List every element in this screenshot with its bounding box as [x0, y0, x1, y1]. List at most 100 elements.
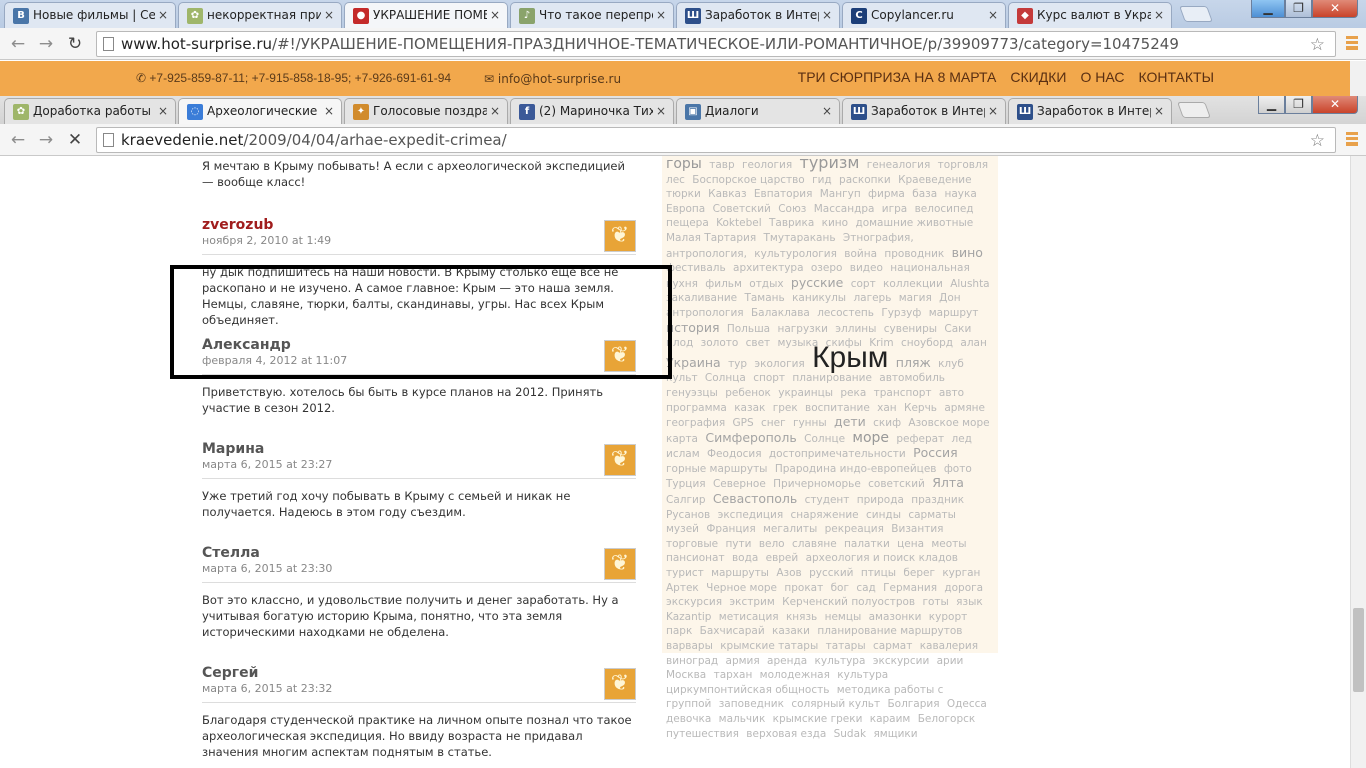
tag-link[interactable]: Kazantip [666, 611, 711, 623]
comment-date[interactable]: марта 6, 2015 at 23:27 [202, 458, 332, 471]
scroll-thumb[interactable] [1353, 608, 1364, 692]
tag-link[interactable]: археология и поиск кладов [806, 552, 958, 564]
tag-link[interactable]: сувениры [884, 323, 937, 335]
tag-link[interactable]: Солнца [705, 372, 746, 384]
tag-link[interactable]: война [844, 248, 877, 260]
tag-link[interactable]: готы [922, 596, 948, 608]
tag-link[interactable]: торговля [938, 159, 988, 171]
tag-link[interactable]: Таврика [769, 217, 814, 229]
tab-close-icon[interactable]: × [324, 8, 334, 22]
tag-link[interactable]: культурология [754, 248, 837, 260]
tab-close-icon[interactable]: × [656, 8, 666, 22]
tag-link[interactable]: база [912, 188, 937, 200]
tag-link[interactable]: лагерь [853, 292, 891, 304]
tag-link[interactable]: Koktebel [716, 217, 762, 229]
tag-link[interactable]: князь [786, 611, 817, 623]
tag-link[interactable]: Дон [939, 292, 961, 304]
tag-link[interactable]: Краеведение [898, 174, 972, 186]
chrome-menu-icon[interactable] [1346, 132, 1358, 146]
tag-link[interactable]: озеро [811, 262, 843, 274]
tag-link[interactable]: Ялта [932, 475, 964, 491]
tag-link[interactable]: русский [809, 567, 853, 579]
forward-icon[interactable]: → [36, 34, 56, 54]
tag-link[interactable]: пути [725, 538, 751, 550]
browser-tab[interactable]: ♪ Что такое перепрод× [510, 2, 674, 28]
tag-link[interactable]: снаряжение [791, 509, 859, 521]
tag-link[interactable]: курган [942, 567, 980, 579]
tag-link[interactable]: отдых [749, 278, 783, 290]
browser-tab[interactable]: ✿ Доработка работы Il × [4, 98, 176, 124]
tag-link[interactable]: антропология, [666, 248, 747, 260]
tag-link[interactable]: Артек [666, 582, 699, 594]
page-scrollbar[interactable] [1350, 156, 1366, 768]
tag-link[interactable]: Мангуп [820, 188, 861, 200]
tag-link[interactable]: геология [742, 159, 792, 171]
tag-link[interactable]: карта [666, 433, 698, 445]
tag-link[interactable]: Франция [706, 523, 755, 535]
tag-link[interactable]: туризм [800, 156, 860, 172]
tag-link[interactable]: экспедиция [718, 509, 784, 521]
tag-link[interactable]: реферат [896, 433, 944, 445]
new-tab-button[interactable] [1177, 102, 1211, 118]
tag-link[interactable]: хан [877, 402, 897, 414]
tag-link[interactable]: циркумпонтийская общность [666, 684, 829, 696]
nav-discounts[interactable]: СКИДКИ [1010, 69, 1066, 85]
tag-link[interactable]: каникулы [792, 292, 846, 304]
tag-link[interactable]: Союз [778, 203, 806, 215]
tag-link[interactable]: география [666, 417, 725, 429]
tag-link[interactable]: Солнце [804, 433, 845, 445]
tag-link[interactable]: автомобиль [879, 372, 945, 384]
tag-link[interactable]: лес [666, 174, 685, 186]
tag-link[interactable]: Азов [776, 567, 801, 579]
tag-link[interactable]: Alushta [950, 278, 989, 290]
tag-link[interactable]: раскопки [839, 174, 891, 186]
tag-link[interactable]: культура [837, 669, 888, 681]
tag-link[interactable]: Sudak [834, 728, 867, 740]
tag-link[interactable]: воспитание [805, 402, 870, 414]
tag-link[interactable]: казаки [772, 625, 810, 637]
tag-link[interactable]: тюрки [666, 188, 701, 200]
tag-link[interactable]: программа [666, 402, 727, 414]
tag-link[interactable]: армия [726, 655, 760, 667]
tab-close-icon[interactable]: × [822, 8, 832, 22]
tag-link[interactable]: палатки [844, 538, 890, 550]
tag-link[interactable]: Германия [883, 582, 937, 594]
tag-link[interactable]: клуб [938, 358, 964, 370]
tag-link[interactable]: сорт [851, 278, 876, 290]
back-icon[interactable]: ← [8, 34, 28, 54]
tag-link[interactable]: рекреация [825, 523, 884, 535]
tag-link[interactable]: пансионат [666, 552, 725, 564]
nav-three-surprises[interactable]: ТРИ СЮРПРИЗА НА 8 МАРТА [798, 69, 997, 85]
close-window-button[interactable]: ✕ [1312, 0, 1358, 18]
tab-close-icon[interactable]: × [656, 104, 666, 118]
tag-link[interactable]: спорт [753, 372, 785, 384]
tag-link[interactable]: Симферополь [705, 430, 796, 445]
tag-link[interactable]: меоты [931, 538, 966, 550]
tag-link[interactable]: свет [746, 337, 771, 349]
tag-link[interactable]: фестиваль [666, 262, 726, 274]
tag-link[interactable]: снег [761, 417, 786, 429]
tag-link[interactable]: экстрим [729, 596, 774, 608]
tag-link[interactable]: девочка [666, 713, 711, 725]
tag-link[interactable]: солярный культ [791, 698, 880, 710]
tag-link[interactable]: студент [805, 494, 850, 506]
tag-link[interactable]: горы [666, 156, 702, 172]
tag-link[interactable]: экскурсии [873, 655, 930, 667]
tag-link[interactable]: Русанов [666, 509, 710, 521]
tag-link[interactable]: группой [666, 698, 711, 710]
tag-link[interactable]: кино [822, 217, 848, 229]
tag-link[interactable]: гид [812, 174, 832, 186]
browser-tab[interactable]: ✦ Голосовые поздрав × [344, 98, 508, 124]
tag-link[interactable]: ямщики [873, 728, 917, 740]
address-bar[interactable]: www.hot-surprise.ru/#!/УКРАШЕНИЕ-ПОМЕЩЕН… [96, 31, 1336, 57]
forward-icon[interactable]: → [36, 130, 56, 150]
tag-link[interactable]: планирование [792, 372, 872, 384]
tag-link[interactable]: цена [897, 538, 924, 550]
tag-link[interactable]: фирма [868, 188, 905, 200]
browser-tab[interactable]: C Copylancer.ru × [842, 2, 1006, 28]
tag-link[interactable]: Крым [812, 341, 888, 374]
tag-link[interactable]: транспорт [874, 387, 932, 399]
comment-date[interactable]: марта 6, 2015 at 23:30 [202, 562, 332, 575]
tag-link[interactable]: Прародина индо-европейцев [775, 463, 937, 475]
new-tab-button[interactable] [1179, 6, 1213, 22]
